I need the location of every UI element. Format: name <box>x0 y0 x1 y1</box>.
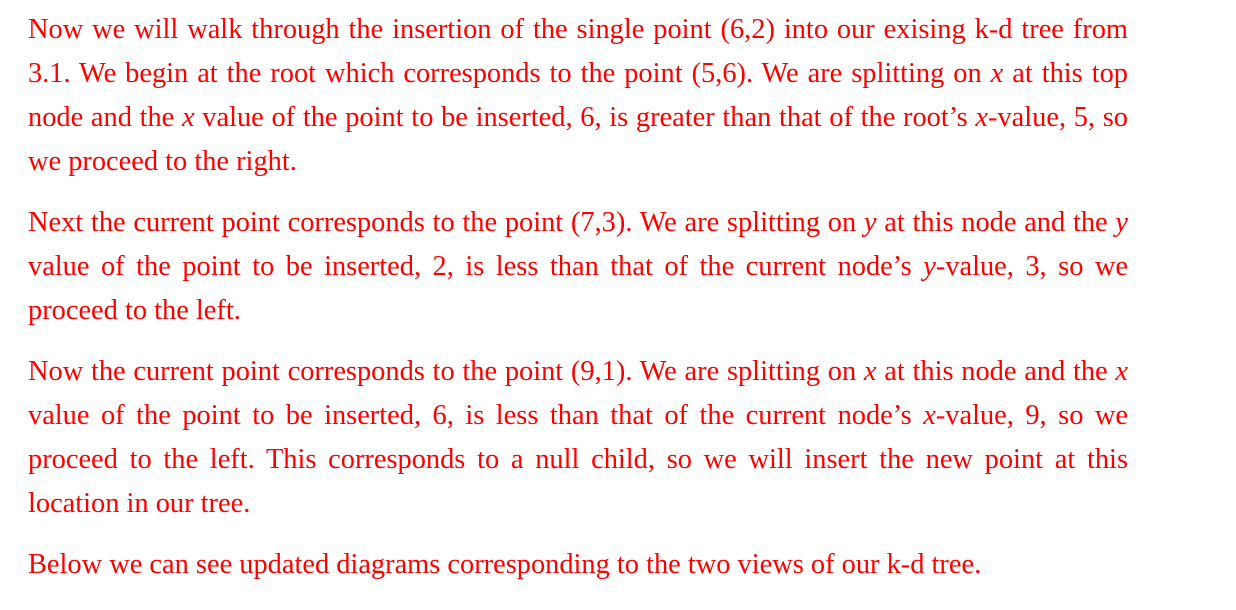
math-variable: y <box>923 251 936 282</box>
text-run: Now we will walk through the insertion o… <box>28 14 1128 89</box>
paragraph-second-step: Next the current point corresponds to th… <box>28 201 1128 333</box>
math-variable: x <box>923 400 936 431</box>
text-run: at this node and the <box>876 356 1116 387</box>
text-run: at this node and the <box>876 207 1116 238</box>
text-run: Next the current point corresponds to th… <box>28 207 864 238</box>
math-variable: y <box>863 207 877 238</box>
text-run: value of the point to be inserted, 2, is… <box>28 251 924 282</box>
math-variable: x <box>181 102 195 133</box>
text-run: value of the point to be inserted, 6, is… <box>28 400 924 431</box>
paragraph-root-step: Now we will walk through the insertion o… <box>28 8 1128 184</box>
document-body: Now we will walk through the insertion o… <box>28 8 1128 604</box>
math-variable: x <box>863 356 877 387</box>
text-run: Below we can see updated diagrams corres… <box>28 549 982 580</box>
math-variable: x <box>975 102 989 133</box>
paragraph-third-step: Now the current point corresponds to the… <box>28 350 1128 526</box>
math-variable: y <box>1115 207 1128 238</box>
paragraph-conclusion: Below we can see updated diagrams corres… <box>28 543 1128 587</box>
math-variable: x <box>990 58 1004 89</box>
text-run: value of the point to be inserted, 6, is… <box>194 102 976 133</box>
math-variable: x <box>1115 356 1128 387</box>
text-run: Now the current point corresponds to the… <box>28 356 864 387</box>
